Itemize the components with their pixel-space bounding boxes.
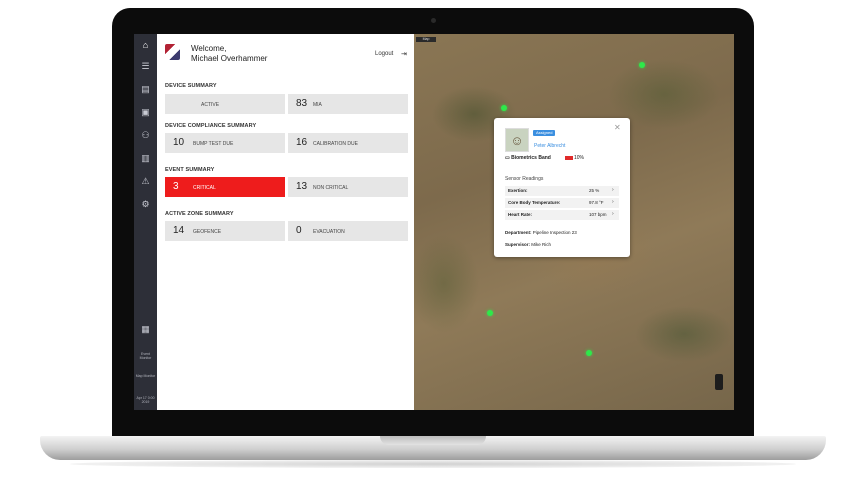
battery-value: 10% <box>574 155 585 161</box>
reading-row[interactable]: Core Body Temperature: 97.8 °F › <box>505 198 619 208</box>
active-card[interactable]: ACTIVE <box>165 94 285 114</box>
active-label: ACTIVE <box>201 102 220 108</box>
reading-label: Exertion: <box>508 188 528 193</box>
evacuation-count: 0 <box>296 225 302 236</box>
non-critical-count: 13 <box>296 181 308 192</box>
bump-test-card[interactable]: 10 BUMP TEST DUE <box>165 133 285 153</box>
event-monitor-icon[interactable]: ▦ <box>139 324 152 335</box>
bump-test-count: 10 <box>173 137 185 148</box>
zone-summary-title: ACTIVE ZONE SUMMARY <box>165 211 234 217</box>
reading-label: Core Body Temperature: <box>508 200 561 205</box>
sidebar: ⌂ ☰ ▤ ▣ ⚇ ▥ ⚠ ⚙ ▦ Event Monitor Map Moni… <box>134 34 157 410</box>
app-screen: ⌂ ☰ ▤ ▣ ⚇ ▥ ⚠ ⚙ ▦ Event Monitor Map Moni… <box>134 34 734 410</box>
sidebar-map-monitor[interactable]: Map Monitor <box>135 374 156 378</box>
supervisor-row: Supervisor: Mike Rich <box>505 242 551 247</box>
evacuation-label: EVACUATION <box>313 229 345 235</box>
close-icon[interactable]: ✕ <box>614 123 621 132</box>
reading-label: Heart Rate: <box>508 212 533 217</box>
bump-test-label: BUMP TEST DUE <box>193 141 234 147</box>
critical-count: 3 <box>173 181 179 192</box>
sidebar-version: Apr 17 0:00 2019 <box>136 396 155 404</box>
department-value: Pipeline Inspection 23 <box>532 230 577 235</box>
calibration-label: CALIBRATION DUE <box>313 141 358 147</box>
grid-icon[interactable]: ▤ <box>139 84 152 95</box>
reading-value: 97.8 °F <box>589 200 604 205</box>
department-label: Department: <box>505 230 532 235</box>
compliance-summary-title: DEVICE COMPLIANCE SUMMARY <box>165 123 257 129</box>
supervisor-label: Supervisor: <box>505 242 531 247</box>
sidebar-event-monitor[interactable]: Event Monitor <box>135 352 156 360</box>
clipboard-icon[interactable]: ▣ <box>139 107 152 118</box>
supervisor-value: Mike Rich <box>531 242 552 247</box>
worker-marker[interactable] <box>501 105 507 111</box>
user-name: Michael Overhammer <box>191 54 268 63</box>
reading-value: 107 bpm <box>589 212 607 217</box>
calibration-count: 16 <box>296 137 308 148</box>
battery-status: 10% <box>565 155 584 161</box>
chevron-right-icon: › <box>612 211 614 217</box>
dashboard-panel: Welcome, Michael Overhammer Logout ⇥ DEV… <box>157 34 414 410</box>
alert-icon[interactable]: ⚠ <box>139 176 152 187</box>
worker-marker[interactable] <box>487 310 493 316</box>
reading-row[interactable]: Exertion: 25 % › <box>505 186 619 196</box>
worker-name-link[interactable]: Peter Albrecht <box>534 143 565 149</box>
non-critical-label: NON CRITICAL <box>313 185 349 191</box>
welcome-greeting: Welcome, <box>191 44 227 53</box>
geofence-label: GEOFENCE <box>193 229 222 235</box>
event-summary-title: EVENT SUMMARY <box>165 167 215 173</box>
worker-avatar: ☺ <box>505 128 529 152</box>
camera-icon <box>431 18 436 23</box>
reading-value: 25 % <box>589 188 600 193</box>
laptop-shadow <box>70 460 796 468</box>
worker-marker[interactable] <box>639 62 645 68</box>
worker-popup: ✕ ☺ Assigned Peter Albrecht ▭ Biometrics… <box>494 118 630 257</box>
mia-label: MIA <box>313 102 322 108</box>
mia-count: 83 <box>296 98 308 109</box>
critical-label: CRITICAL <box>193 185 216 191</box>
worker-marker[interactable] <box>586 350 592 356</box>
calibration-card[interactable]: 16 CALIBRATION DUE <box>288 133 408 153</box>
device-name: ▭ Biometrics Band <box>505 155 551 161</box>
laptop-notch <box>380 436 486 445</box>
welcome-text: Welcome, Michael Overhammer <box>191 44 267 64</box>
map-zoom-control[interactable] <box>715 374 723 390</box>
map-tab[interactable]: Map <box>416 37 436 42</box>
reading-row[interactable]: Heart Rate: 107 bpm › <box>505 210 619 220</box>
department-row: Department: Pipeline Inspection 23 <box>505 230 577 235</box>
device-label: Biometrics Band <box>511 155 551 161</box>
non-critical-card[interactable]: 13 NON CRITICAL <box>288 177 408 197</box>
chart-icon[interactable]: ▥ <box>139 153 152 164</box>
geofence-card[interactable]: 14 GEOFENCE <box>165 221 285 241</box>
evacuation-card[interactable]: 0 EVACUATION <box>288 221 408 241</box>
chevron-right-icon: › <box>612 187 614 193</box>
avatar <box>165 44 180 60</box>
logout-link[interactable]: Logout <box>375 51 393 57</box>
list-icon[interactable]: ☰ <box>139 61 152 72</box>
sensor-readings-title: Sensor Readings <box>505 176 544 182</box>
geofence-count: 14 <box>173 225 185 236</box>
battery-icon <box>565 155 573 160</box>
status-badge: Assigned <box>533 130 556 136</box>
device-summary-title: DEVICE SUMMARY <box>165 83 217 89</box>
chevron-right-icon: › <box>612 199 614 205</box>
home-icon[interactable]: ⌂ <box>139 40 152 51</box>
logout-icon[interactable]: ⇥ <box>401 50 407 58</box>
mia-card[interactable]: 83 MIA <box>288 94 408 114</box>
settings-icon[interactable]: ⚙ <box>139 199 152 210</box>
critical-card[interactable]: 3 CRITICAL <box>165 177 285 197</box>
people-icon[interactable]: ⚇ <box>139 130 152 141</box>
